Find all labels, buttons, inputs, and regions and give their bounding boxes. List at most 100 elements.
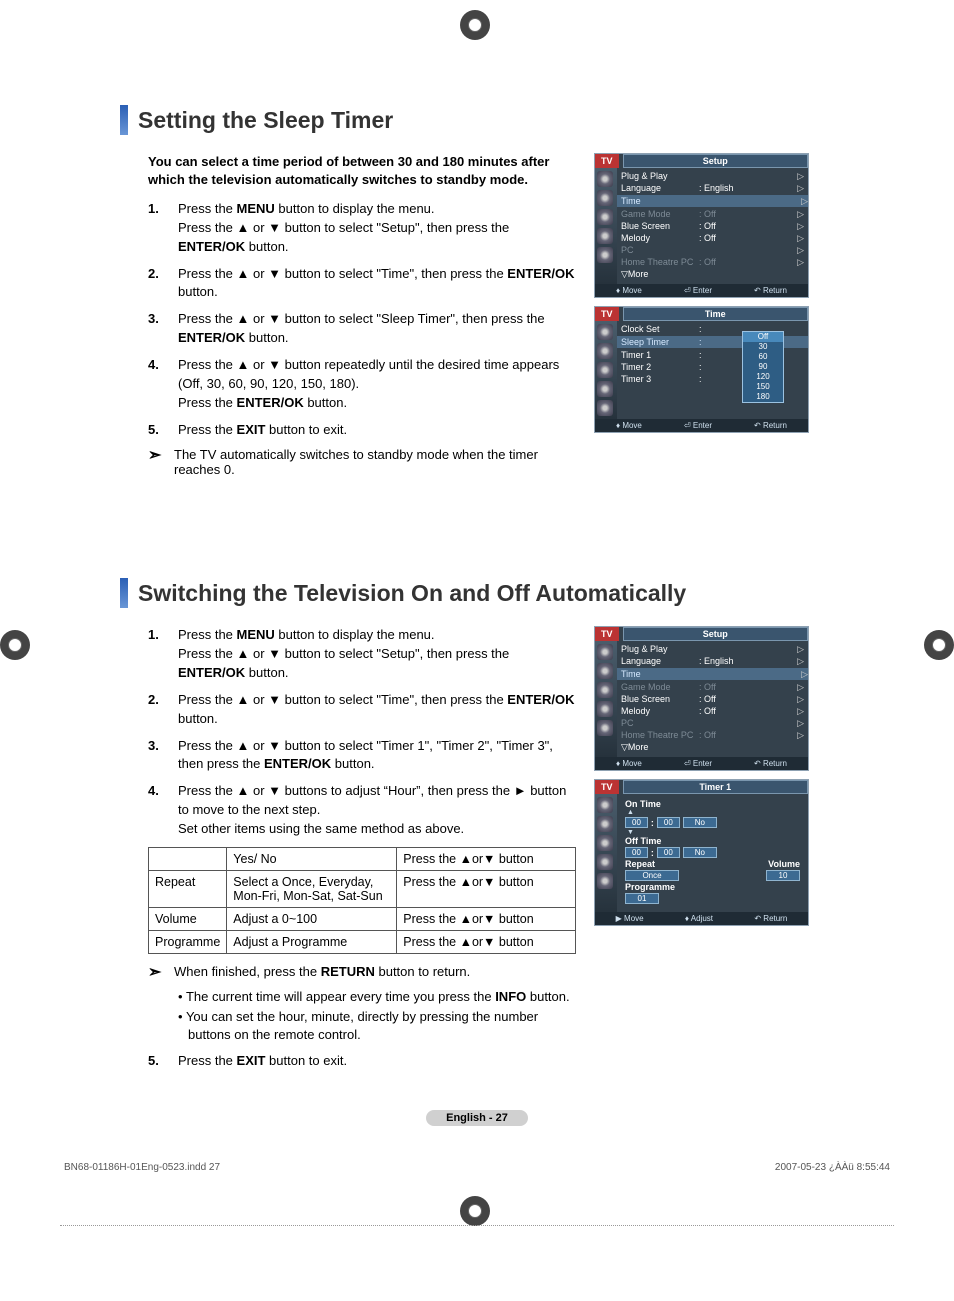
step-body: Press the MENU button to display the men… — [178, 626, 576, 683]
on-time-hour: 00 — [625, 817, 648, 828]
osd-icon — [597, 228, 613, 244]
crop-mark-right — [924, 630, 954, 660]
osd-tv-label: TV — [595, 780, 619, 794]
osd-row-value: : English — [699, 656, 804, 666]
osd-icon-col — [595, 168, 617, 284]
osd-row-value: : English — [699, 183, 804, 193]
osd-dropdown-item: 180 — [743, 392, 783, 402]
osd-icon — [597, 400, 613, 416]
step-item: 4.Press the ▲ or ▼ buttons to adjust “Ho… — [148, 782, 576, 839]
osd-dropdown-item: 30 — [743, 342, 783, 352]
step-body: Press the EXIT button to exit. — [178, 421, 576, 440]
meta-footer: BN68-01186H-01Eng-0523.indd 27 2007-05-2… — [60, 1156, 894, 1173]
arrow-right-icon: ▷ — [797, 706, 804, 717]
osd-row: Blue Screen: Off▷ — [621, 220, 804, 232]
section2-note: When finished, press the RETURN button t… — [174, 964, 470, 982]
osd-return: ↶ Return — [754, 421, 787, 430]
osd-row-label: Game Mode — [621, 209, 699, 219]
on-time-enabled: No — [683, 817, 717, 828]
table-cell: Press the ▲or▼ button — [397, 907, 576, 930]
osd-row-label: Timer 3 — [621, 374, 699, 384]
source-file: BN68-01186H-01Eng-0523.indd 27 — [64, 1162, 220, 1173]
osd-row: Game Mode: Off▷ — [621, 681, 804, 693]
osd-icon — [597, 247, 613, 263]
arrow-right-icon: ▷ — [797, 257, 804, 268]
osd-row-value: : Off — [699, 706, 804, 716]
title-accent-bar — [120, 105, 128, 135]
section2-bullets: The current time will appear every time … — [148, 988, 576, 1045]
arrow-right-icon: ▷ — [797, 233, 804, 244]
osd-icon — [597, 209, 613, 225]
section2-title: Switching the Television On and Off Auto… — [138, 580, 686, 607]
osd-dropdown-item: 150 — [743, 382, 783, 392]
step-body: Press the ▲ or ▼ button to select "Time"… — [178, 265, 576, 303]
osd-icon — [597, 362, 613, 378]
osd-row-label: Sleep Timer — [621, 337, 699, 347]
osd-row: PC▷ — [621, 244, 804, 256]
osd-footer: ▶ Move♦ Adjust↶ Return — [595, 912, 808, 925]
section1-intro: You can select a time period of between … — [148, 153, 576, 188]
arrow-right-icon: ▷ — [801, 196, 808, 207]
osd-icon — [597, 663, 613, 679]
section2-steps: 1.Press the MENU button to display the m… — [148, 626, 576, 838]
osd-icon — [597, 854, 613, 870]
step-number: 2. — [148, 265, 166, 303]
osd-row-label: Language — [621, 656, 699, 666]
osd-icon — [597, 835, 613, 851]
osd-move: ♦ Move — [616, 421, 642, 430]
step-item: 1.Press the MENU button to display the m… — [148, 626, 576, 683]
programme-label: Programme — [625, 882, 800, 892]
on-time-min: 00 — [657, 817, 680, 828]
arrow-right-icon: ▷ — [797, 730, 804, 741]
arrow-right-icon: ▷ — [797, 656, 804, 667]
osd-icon — [597, 171, 613, 187]
osd-move: ♦ Move — [616, 759, 642, 768]
osd-timer1-menu: TVTimer 1On Time▲00:00No▼Off Time00:00No… — [594, 779, 809, 926]
section1-note: The TV automatically switches to standby… — [174, 447, 576, 477]
table-cell: Select a Once, Everyday, Mon-Fri, Mon-Sa… — [227, 870, 397, 907]
osd-row-label: Plug & Play — [621, 171, 699, 181]
arrow-right-icon: ▷ — [797, 209, 804, 220]
osd-row: Language: English▷ — [621, 655, 804, 667]
page-number: English - 27 — [426, 1110, 528, 1126]
table-cell: Yes/ No — [227, 847, 397, 870]
osd-row-label: PC — [621, 718, 699, 728]
osd-tv-label: TV — [595, 154, 619, 168]
osd-row-label: Time — [621, 669, 699, 679]
osd-row-label: Clock Set — [621, 324, 699, 334]
arrow-right-icon: ▷ — [797, 171, 804, 182]
step-item: 3.Press the ▲ or ▼ button to select "Sle… — [148, 310, 576, 348]
bullet-item: The current time will appear every time … — [188, 988, 576, 1006]
osd-icon — [597, 343, 613, 359]
repeat-label: Repeat — [625, 859, 677, 869]
osd-return: ↶ Return — [754, 759, 787, 768]
table-cell: Press the ▲or▼ button — [397, 847, 576, 870]
arrow-right-icon: ▷ — [801, 669, 808, 680]
osd-title: Timer 1 — [623, 780, 808, 794]
step-number: 1. — [148, 200, 166, 257]
osd-dropdown-item: Off — [743, 332, 783, 342]
bullet-item: You can set the hour, minute, directly b… — [188, 1008, 576, 1044]
osd-setup-menu2: TVSetupPlug & Play▷Language: English▷Tim… — [594, 626, 809, 771]
osd-row-label: ▽More — [621, 269, 699, 280]
osd-row: Language: English▷ — [621, 182, 804, 194]
osd-setup-menu: TVSetupPlug & Play▷Language: English▷Tim… — [594, 153, 809, 298]
osd-row: Melody: Off▷ — [621, 705, 804, 717]
osd-row-label: Plug & Play — [621, 644, 699, 654]
crop-mark-top — [460, 10, 490, 40]
step-item: 2. Press the ▲ or ▼ button to select "Tim… — [148, 265, 576, 303]
osd-move: ♦ Move — [616, 286, 642, 295]
osd-row-label: Timer 2 — [621, 362, 699, 372]
osd-title: Time — [623, 307, 808, 321]
osd-icon-col — [595, 641, 617, 757]
arrow-right-icon: ▷ — [797, 245, 804, 256]
crop-mark-bottom — [460, 1196, 490, 1226]
osd-return: ↶ Return — [754, 286, 787, 295]
off-time-min: 00 — [657, 847, 680, 858]
cut-line — [60, 1225, 894, 1226]
osd-row: ▽More — [621, 268, 804, 280]
section1-title: Setting the Sleep Timer — [138, 107, 393, 134]
step-number: 4. — [148, 356, 166, 413]
osd-tv-label: TV — [595, 627, 619, 641]
step-number: 3. — [148, 310, 166, 348]
